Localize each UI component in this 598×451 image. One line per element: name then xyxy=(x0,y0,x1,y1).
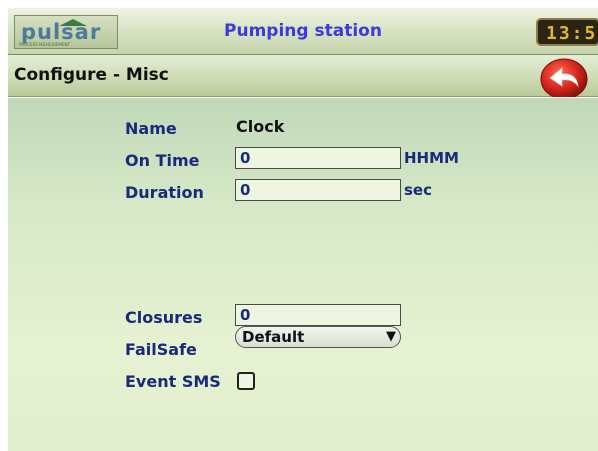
clock-time: 13:57 xyxy=(546,23,598,44)
duration-label: Duration xyxy=(125,183,204,202)
failsafe-selected-value: Default xyxy=(242,328,305,346)
back-arrow-icon xyxy=(540,58,588,100)
duration-unit: sec xyxy=(404,181,432,199)
closures-label: Closures xyxy=(125,308,203,327)
event-sms-label: Event SMS xyxy=(125,372,221,391)
failsafe-label: FailSafe xyxy=(125,340,197,359)
closures-input[interactable]: 0 xyxy=(235,304,401,326)
top-bar: pulsar PROCESS MEASUREMENT Pumping stati… xyxy=(8,8,598,55)
on-time-input[interactable]: 0 xyxy=(235,147,401,169)
failsafe-dropdown[interactable]: Default ▼ xyxy=(235,326,401,348)
app-title: Pumping station xyxy=(224,21,382,41)
clock-display: 13:57 xyxy=(536,18,598,46)
logo-tagline: PROCESS MEASUREMENT xyxy=(19,42,70,47)
name-value: Clock xyxy=(236,117,285,136)
page-header: Configure - Misc xyxy=(8,55,598,100)
page-title: Configure - Misc xyxy=(14,65,169,85)
duration-input[interactable]: 0 xyxy=(235,179,401,201)
on-time-label: On Time xyxy=(125,151,200,170)
logo-text: pulsar xyxy=(21,20,102,44)
on-time-unit: HHMM xyxy=(404,149,459,167)
device-screen: pulsar PROCESS MEASUREMENT Pumping stati… xyxy=(8,8,598,451)
back-button[interactable] xyxy=(540,57,588,101)
event-sms-checkbox[interactable] xyxy=(237,372,255,390)
dropdown-arrow-icon: ▼ xyxy=(386,329,396,344)
pulsar-logo: pulsar PROCESS MEASUREMENT xyxy=(14,15,118,49)
config-form: Name Clock On Time 0 HHMM Duration 0 sec… xyxy=(8,97,598,451)
name-label: Name xyxy=(125,119,177,138)
